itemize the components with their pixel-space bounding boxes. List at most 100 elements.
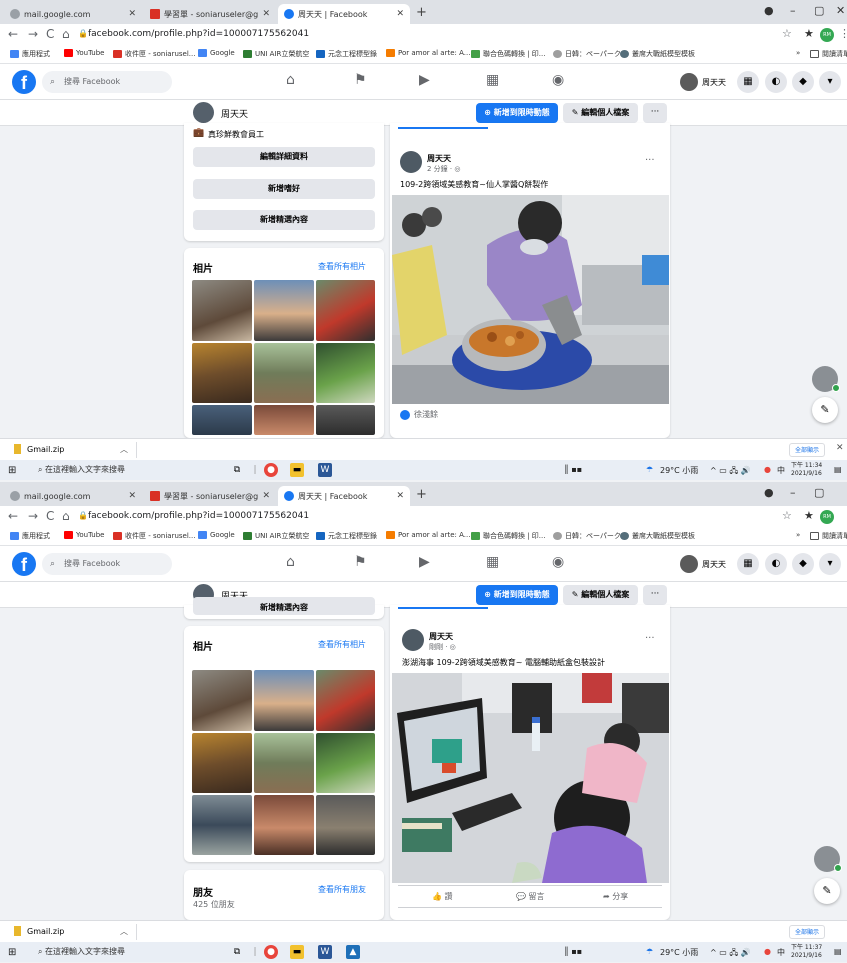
post-photo-computer-class[interactable]: [392, 673, 669, 883]
photo-thumbnail[interactable]: [316, 405, 375, 435]
minimize-icon[interactable]: –: [790, 4, 796, 17]
photo-thumbnail[interactable]: [316, 733, 375, 793]
task-view-icon[interactable]: ⧉: [230, 945, 244, 959]
bookmark-colorcode[interactable]: 聯合色碼轉換 | 印...: [471, 49, 545, 59]
pages-flag-icon[interactable]: ⚑: [354, 554, 367, 570]
facebook-logo[interactable]: f: [12, 70, 36, 94]
new-tab-button[interactable]: +: [416, 5, 427, 20]
bookmark-star-icon[interactable]: ☆: [782, 509, 792, 522]
tab-gmail[interactable]: mail.google.com ✕: [4, 4, 142, 24]
tab-facebook[interactable]: 周天天 | Facebook ✕: [278, 4, 410, 24]
reading-list[interactable]: 閱讀清單: [810, 531, 847, 541]
tray-app-icon[interactable]: ║ ▪▪: [564, 947, 582, 956]
photo-thumbnail[interactable]: [254, 733, 314, 793]
photo-thumbnail[interactable]: [254, 670, 314, 731]
see-all-photos-link[interactable]: 查看所有相片: [318, 639, 366, 650]
reaction-name[interactable]: 徐淺餘: [414, 409, 438, 420]
file-explorer-icon[interactable]: ▬: [290, 463, 304, 477]
add-to-story-button[interactable]: ⊕ 新增到限時動態: [476, 585, 558, 605]
me-chip[interactable]: 周天天: [680, 72, 726, 92]
close-window-icon[interactable]: ✕: [836, 4, 845, 17]
photo-thumbnail[interactable]: [316, 343, 375, 403]
word-icon[interactable]: W: [318, 945, 332, 959]
record-icon[interactable]: ●: [764, 486, 774, 499]
bookmark-catalog[interactable]: 元念工程標型錄: [316, 49, 377, 59]
tab-gmail[interactable]: mail.google.com ✕: [4, 486, 142, 506]
word-icon[interactable]: W: [318, 463, 332, 477]
groups-icon[interactable]: ◉: [552, 72, 564, 88]
home-icon[interactable]: ⌂: [62, 509, 70, 523]
tray-app-icon[interactable]: ║ ▪▪: [564, 465, 582, 474]
new-tab-button[interactable]: +: [416, 487, 427, 502]
bookmark-template[interactable]: 叢席大戰紙模型模板: [620, 49, 695, 59]
menu-icon[interactable]: ⋮: [839, 27, 847, 40]
url-field[interactable]: facebook.com/profile.php?id=100007175562…: [88, 29, 309, 39]
see-all-photos-link[interactable]: 查看所有相片: [318, 261, 366, 272]
menu-grid-icon[interactable]: ▦: [737, 71, 759, 93]
add-to-story-button[interactable]: ⊕ 新增到限時動態: [476, 103, 558, 123]
messenger-icon[interactable]: ◐: [765, 71, 787, 93]
tab-facebook[interactable]: 周天天 | Facebook ✕: [278, 486, 410, 506]
maximize-icon[interactable]: ▢: [814, 4, 824, 17]
taskbar-search[interactable]: ⌕ 在這裡輸入文字來搜尋: [38, 464, 125, 475]
close-icon[interactable]: ✕: [262, 491, 270, 501]
close-icon[interactable]: ✕: [128, 491, 136, 501]
more-button[interactable]: ···: [643, 585, 667, 605]
task-view-icon[interactable]: ⧉: [230, 463, 244, 477]
minimize-icon[interactable]: –: [790, 486, 796, 499]
extensions-icon[interactable]: ★: [804, 27, 814, 40]
new-message-icon[interactable]: ✎: [812, 397, 838, 423]
download-item[interactable]: Gmail.zip: [14, 926, 64, 936]
taskbar-search[interactable]: ⌕ 在這裡輸入文字來搜尋: [38, 946, 125, 957]
account-dropdown-icon[interactable]: ▾: [819, 71, 841, 93]
show-all-downloads-button[interactable]: 全部顯示: [789, 925, 826, 939]
forward-icon[interactable]: →: [28, 509, 38, 523]
photo-thumbnail[interactable]: [254, 343, 314, 403]
chevron-up-icon[interactable]: ︿: [120, 444, 128, 455]
reload-icon[interactable]: C: [46, 27, 54, 41]
system-tray-icons[interactable]: ^ ▭ 🖧 🔊: [710, 465, 751, 479]
file-explorer-icon[interactable]: ▬: [290, 945, 304, 959]
chrome-icon[interactable]: ●: [264, 463, 278, 477]
bookmark-youtube[interactable]: YouTube: [64, 49, 104, 57]
post-author[interactable]: 周天天: [427, 153, 451, 164]
taskbar-clock[interactable]: 下午 11:34 2021/9/16: [791, 462, 822, 478]
notifications-bell-icon[interactable]: ◆: [792, 71, 814, 93]
close-icon[interactable]: ✕: [396, 9, 404, 19]
tab-sheet[interactable]: 學習單 - soniaruseler@gmail.co ✕: [144, 4, 276, 24]
bookmark-papercraft[interactable]: 日韓：ペーパーク...: [553, 49, 628, 59]
bookmark-youtube[interactable]: YouTube: [64, 531, 104, 539]
bookmark-poramor[interactable]: Por amor al arte: A...: [386, 49, 470, 57]
account-dropdown-icon[interactable]: ▾: [819, 553, 841, 575]
add-featured-button[interactable]: 新增精選內容: [193, 210, 375, 230]
post-options-icon[interactable]: ···: [645, 633, 655, 644]
add-hobbies-button[interactable]: 新增嗜好: [193, 179, 375, 199]
bookmark-uniair[interactable]: UNI AIR立榮航空: [243, 49, 309, 59]
edit-profile-button[interactable]: ✎ 編輯個人檔案: [563, 103, 638, 123]
url-field[interactable]: facebook.com/profile.php?id=100007175562…: [88, 511, 309, 521]
back-icon[interactable]: ←: [8, 27, 18, 41]
post-options-icon[interactable]: ···: [645, 155, 655, 166]
edit-profile-button[interactable]: ✎ 編輯個人檔案: [563, 585, 638, 605]
like-button[interactable]: 👍 讚: [432, 891, 453, 902]
notification-icon[interactable]: ▤: [834, 947, 842, 956]
new-message-icon[interactable]: ✎: [814, 878, 840, 904]
chrome-tray-icon[interactable]: ●: [764, 465, 771, 474]
photo-thumbnail[interactable]: [192, 405, 252, 435]
bookmark-papercraft[interactable]: 日韓：ペーパーク...: [553, 531, 628, 541]
home-icon[interactable]: ⌂: [286, 554, 295, 570]
forward-icon[interactable]: →: [28, 27, 38, 41]
bookmarks-overflow-icon[interactable]: »: [796, 531, 800, 539]
record-icon[interactable]: ●: [764, 4, 774, 17]
profile-name[interactable]: 周天天: [221, 107, 248, 120]
photo-thumbnail[interactable]: [192, 280, 252, 341]
facebook-logo[interactable]: f: [12, 552, 36, 576]
reading-list[interactable]: 閱讀清單: [810, 49, 847, 59]
post-photo-cooking[interactable]: [392, 195, 669, 404]
watch-icon[interactable]: ▶: [419, 554, 430, 570]
groups-icon[interactable]: ◉: [552, 554, 564, 570]
share-button[interactable]: ➦ 分享: [603, 891, 628, 902]
bookmarks-overflow-icon[interactable]: »: [796, 49, 800, 57]
taskbar-clock[interactable]: 下午 11:37 2021/9/16: [791, 944, 822, 960]
photo-thumbnail[interactable]: [254, 280, 314, 341]
